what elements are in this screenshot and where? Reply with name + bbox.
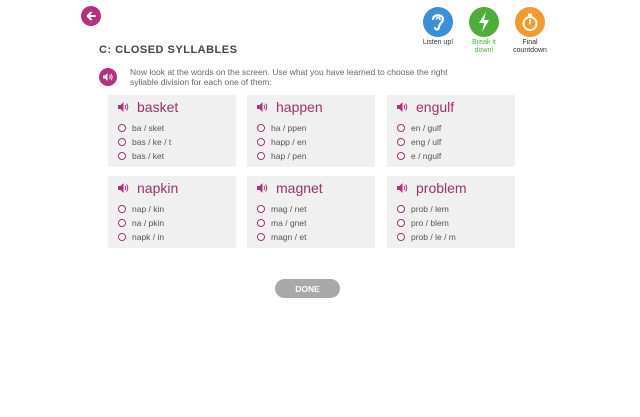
option-label: ha / ppen xyxy=(271,123,307,133)
option-label: pro / blem xyxy=(411,218,449,228)
option-radio[interactable]: ha / ppen xyxy=(257,123,306,133)
option-label: happ / en xyxy=(271,137,307,147)
option-radio[interactable]: en / gulf xyxy=(397,123,441,133)
option-radio[interactable]: bas / ke / t xyxy=(118,137,171,147)
option-radio[interactable]: prob / le / m xyxy=(397,232,456,242)
option-radio[interactable]: pro / blem xyxy=(397,218,449,228)
option-label: bas / ket xyxy=(132,151,165,161)
option-radio[interactable]: napk / in xyxy=(118,232,164,242)
break-it-down-label: Break it down! xyxy=(472,39,496,54)
option-label: magn / et xyxy=(271,232,307,242)
option-label: ma / gnet xyxy=(271,218,307,228)
option-radio[interactable]: eng / ulf xyxy=(397,137,441,147)
radio-circle[interactable] xyxy=(118,138,126,146)
option-label: eng / ulf xyxy=(411,137,442,147)
radio-circle[interactable] xyxy=(257,219,265,227)
radio-circle[interactable] xyxy=(257,233,265,241)
option-label: na / pkin xyxy=(132,218,165,228)
radio-circle[interactable] xyxy=(397,233,405,241)
instructions-audio-button[interactable] xyxy=(99,68,117,86)
lightning-icon xyxy=(469,7,499,37)
section-title: C: CLOSED SYLLABLES xyxy=(99,44,238,56)
word-card-happen: happen ha / ppen happ / en hap / pen xyxy=(247,95,375,167)
option-label: bas / ke / t xyxy=(132,137,172,147)
speaker-icon[interactable] xyxy=(117,182,129,194)
speaker-icon xyxy=(103,73,113,81)
radio-circle[interactable] xyxy=(118,205,126,213)
option-label: e / ngulf xyxy=(411,151,442,161)
option-radio[interactable]: mag / net xyxy=(257,204,306,214)
radio-circle[interactable] xyxy=(397,152,405,160)
ear-icon xyxy=(423,7,453,37)
radio-circle[interactable] xyxy=(397,205,405,213)
done-button[interactable]: DONE xyxy=(275,279,340,298)
option-radio[interactable]: nap / kin xyxy=(118,204,164,214)
speaker-icon[interactable] xyxy=(256,182,268,194)
option-radio[interactable]: bas / ket xyxy=(118,151,164,161)
arrow-left-icon xyxy=(86,11,96,21)
word-label: engulf xyxy=(416,99,455,115)
option-label: en / gulf xyxy=(411,123,442,133)
option-label: prob / lem xyxy=(411,204,449,214)
option-radio[interactable]: happ / en xyxy=(257,137,306,147)
radio-circle[interactable] xyxy=(257,205,265,213)
back-button[interactable] xyxy=(81,6,101,26)
option-label: prob / le / m xyxy=(411,232,456,242)
instructions-text: Now look at the words on the screen. Use… xyxy=(130,67,448,87)
word-card-magnet: magnet mag / net ma / gnet magn / et xyxy=(247,176,375,248)
word-label: problem xyxy=(416,180,467,196)
final-countdown-label: Final countdown xyxy=(513,39,547,54)
radio-circle[interactable] xyxy=(257,138,265,146)
radio-circle[interactable] xyxy=(118,233,126,241)
option-radio[interactable]: hap / pen xyxy=(257,151,306,161)
final-countdown-button[interactable]: Final countdown xyxy=(500,7,560,55)
option-radio[interactable]: na / pkin xyxy=(118,218,164,228)
radio-circle[interactable] xyxy=(118,124,126,132)
radio-circle[interactable] xyxy=(118,219,126,227)
word-label: magnet xyxy=(276,180,323,196)
word-card-basket: basket ba / sket bas / ke / t bas / ket xyxy=(108,95,236,167)
word-label: napkin xyxy=(137,180,179,196)
radio-circle[interactable] xyxy=(397,219,405,227)
radio-circle[interactable] xyxy=(118,152,126,160)
option-radio[interactable]: prob / lem xyxy=(397,204,449,214)
option-label: nap / kin xyxy=(132,204,165,214)
speaker-icon[interactable] xyxy=(256,101,268,113)
speaker-icon[interactable] xyxy=(396,101,408,113)
word-card-napkin: napkin nap / kin na / pkin napk / in xyxy=(108,176,236,248)
option-radio[interactable]: e / ngulf xyxy=(397,151,441,161)
word-card-problem: problem prob / lem pro / blem prob / le … xyxy=(387,176,515,248)
radio-circle[interactable] xyxy=(257,152,265,160)
speaker-icon[interactable] xyxy=(117,101,129,113)
option-radio[interactable]: magn / et xyxy=(257,232,306,242)
radio-circle[interactable] xyxy=(397,124,405,132)
stopwatch-icon xyxy=(515,7,545,37)
option-label: ba / sket xyxy=(132,123,165,133)
speaker-icon[interactable] xyxy=(396,182,408,194)
radio-circle[interactable] xyxy=(257,124,265,132)
option-label: hap / pen xyxy=(271,151,307,161)
option-radio[interactable]: ba / sket xyxy=(118,123,164,133)
radio-circle[interactable] xyxy=(397,138,405,146)
option-label: mag / net xyxy=(271,204,307,214)
word-label: happen xyxy=(276,99,323,115)
option-label: napk / in xyxy=(132,232,165,242)
word-card-engulf: engulf en / gulf eng / ulf e / ngulf xyxy=(387,95,515,167)
option-radio[interactable]: ma / gnet xyxy=(257,218,306,228)
word-label: basket xyxy=(137,99,179,115)
